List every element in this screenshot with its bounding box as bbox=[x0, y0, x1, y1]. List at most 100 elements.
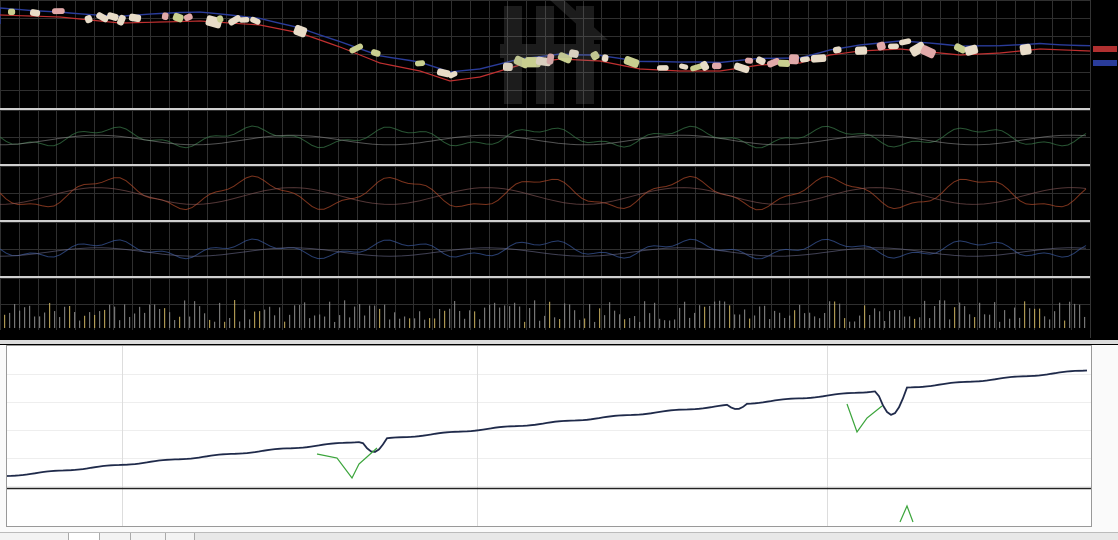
volume-bar bbox=[569, 304, 571, 328]
volume-bar bbox=[939, 300, 941, 328]
volume-bar bbox=[1074, 303, 1076, 328]
volume-bar bbox=[679, 307, 681, 328]
window-separator[interactable] bbox=[0, 340, 1118, 344]
equity-graph-frame[interactable] bbox=[6, 345, 1092, 527]
volume-bar bbox=[784, 317, 786, 328]
volume-bar bbox=[874, 308, 876, 328]
volume-bar bbox=[329, 301, 331, 328]
indicator-pane-2[interactable] bbox=[0, 166, 1090, 220]
candle bbox=[899, 38, 912, 46]
volume-bar bbox=[389, 319, 391, 328]
volume-bar bbox=[174, 320, 176, 328]
volume-bar bbox=[944, 300, 946, 328]
volume-bar bbox=[969, 314, 971, 328]
candle bbox=[777, 59, 791, 68]
volume-bar bbox=[344, 300, 346, 328]
volume-bar bbox=[489, 304, 491, 328]
volume-bar bbox=[399, 318, 401, 328]
candle bbox=[788, 54, 799, 65]
volume-bar bbox=[199, 306, 201, 328]
volume-bar bbox=[374, 305, 376, 328]
volume-bar bbox=[89, 312, 91, 328]
volume-bar bbox=[659, 318, 661, 328]
volume-bar bbox=[124, 304, 126, 328]
volume-bar bbox=[334, 321, 336, 328]
volume-bar bbox=[864, 305, 866, 328]
volume-bar bbox=[254, 311, 256, 328]
volume-bar bbox=[504, 305, 506, 328]
volume-bar bbox=[144, 312, 146, 328]
volume-bar bbox=[689, 317, 691, 328]
volume-bar bbox=[129, 316, 131, 328]
volume-bar bbox=[849, 321, 851, 328]
indicator-line-main bbox=[0, 125, 1087, 149]
volume-bar bbox=[424, 319, 426, 328]
volume-bar bbox=[514, 302, 516, 328]
volume-bar bbox=[889, 311, 891, 328]
volume-bar bbox=[869, 315, 871, 328]
time-axis[interactable] bbox=[0, 330, 1090, 340]
volume-bar bbox=[739, 314, 741, 328]
indicator-pane-1[interactable] bbox=[0, 110, 1090, 164]
volume-bar bbox=[949, 319, 951, 328]
indicator-1-svg bbox=[0, 110, 1090, 164]
volume-bar bbox=[1064, 320, 1066, 328]
candle bbox=[183, 13, 193, 22]
trading-terminal bbox=[0, 0, 1118, 540]
volume-bar bbox=[284, 321, 286, 328]
candle bbox=[1019, 43, 1032, 56]
volume-bar bbox=[574, 310, 576, 328]
volume-bar bbox=[844, 318, 846, 328]
volume-bar bbox=[279, 307, 281, 328]
volume-bar bbox=[4, 314, 6, 328]
volume-bar bbox=[189, 316, 191, 328]
volume-bar bbox=[1049, 319, 1051, 328]
indicator-line-main bbox=[0, 238, 1087, 260]
volume-bar bbox=[729, 305, 731, 328]
volume-bar bbox=[269, 306, 271, 328]
price-axis[interactable] bbox=[1090, 0, 1118, 338]
volume-bar bbox=[599, 308, 601, 328]
volume-bar bbox=[469, 310, 471, 328]
candle bbox=[8, 8, 16, 16]
volume-bar bbox=[319, 314, 321, 328]
volume-histogram-svg bbox=[0, 278, 1090, 330]
volume-bar bbox=[49, 302, 51, 328]
volume-bar bbox=[1029, 308, 1031, 328]
volume-bar bbox=[559, 319, 561, 328]
volume-bar bbox=[699, 305, 701, 328]
volume-bar bbox=[434, 318, 436, 328]
volume-bar bbox=[419, 311, 421, 328]
volume-bar bbox=[859, 315, 861, 328]
volume-bar bbox=[909, 316, 911, 328]
volume-bar bbox=[519, 306, 521, 328]
volume-bar bbox=[899, 310, 901, 328]
volume-bar bbox=[564, 303, 566, 328]
volume-bar bbox=[194, 301, 196, 328]
volume-bar bbox=[159, 309, 161, 328]
volume-bar bbox=[14, 304, 16, 328]
volume-bar bbox=[1014, 307, 1016, 328]
candle bbox=[656, 65, 669, 71]
volume-bar bbox=[459, 310, 461, 328]
equity-curve bbox=[7, 369, 1088, 477]
candle bbox=[832, 46, 842, 54]
volume-bar bbox=[779, 312, 781, 328]
volume-bar bbox=[674, 319, 676, 328]
price-chart-pane[interactable] bbox=[0, 0, 1090, 108]
volume-bar bbox=[584, 318, 586, 328]
indicator-pane-3[interactable] bbox=[0, 222, 1090, 276]
volume-bar bbox=[549, 301, 551, 328]
volume-bar bbox=[579, 319, 581, 328]
volume-bar bbox=[754, 315, 756, 328]
candle bbox=[712, 62, 722, 70]
volume-bar bbox=[934, 306, 936, 328]
volume-bar bbox=[1024, 301, 1026, 328]
volume-bar bbox=[239, 321, 241, 328]
volume-bar bbox=[229, 317, 231, 328]
indicator-2-svg bbox=[0, 166, 1090, 220]
volume-bar bbox=[629, 318, 631, 328]
volume-bar bbox=[1084, 316, 1086, 328]
volume-pane[interactable] bbox=[0, 278, 1090, 330]
volume-bar bbox=[619, 314, 621, 328]
